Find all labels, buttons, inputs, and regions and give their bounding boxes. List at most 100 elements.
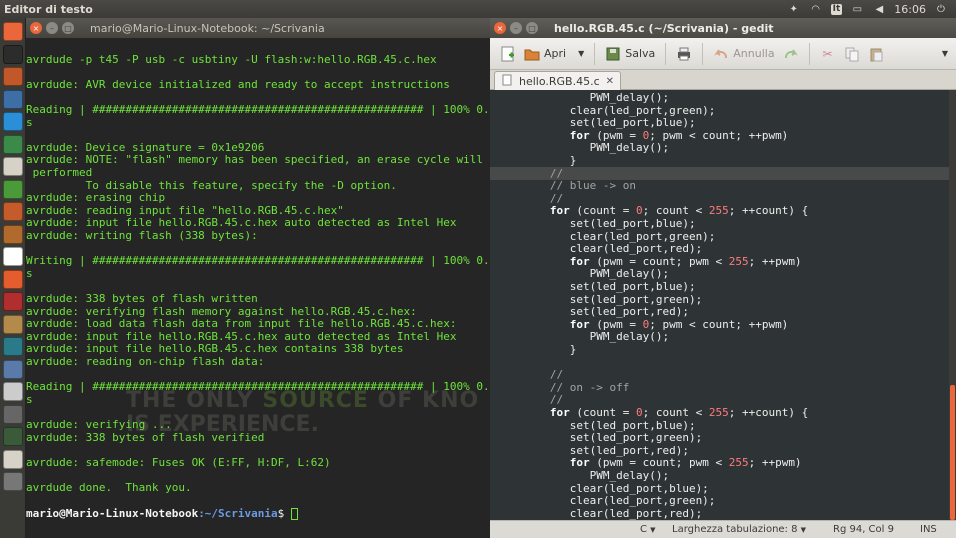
code-line: set(led_port,green); [530, 431, 703, 445]
code-editor[interactable]: PWM_delay(); clear(led_port,green); set(… [490, 90, 949, 520]
language-selector[interactable]: C ▼ [640, 524, 656, 535]
prompt-path: :~/Scrivania [198, 506, 278, 520]
undo-button[interactable]: Annulla [709, 41, 778, 67]
tab-label: hello.RGB.45.c [519, 74, 600, 88]
redo-icon [783, 46, 799, 62]
save-button[interactable]: Salva [601, 41, 659, 67]
copy-icon [844, 46, 860, 62]
skype-icon[interactable] [3, 112, 23, 131]
terminal-prompt[interactable]: mario@Mario-Linux-Notebook:~/Scrivania$ [26, 506, 298, 521]
files-icon[interactable] [3, 67, 23, 86]
cursor-position: Rg 94, Col 9 [833, 524, 894, 535]
arduino-icon[interactable] [3, 337, 23, 356]
terminal-icon[interactable] [3, 44, 23, 64]
close-icon[interactable]: × [494, 22, 506, 34]
terminal-line: avrdude: 338 bytes of flash verified [26, 430, 265, 444]
calc-icon[interactable] [3, 179, 23, 199]
redo-button[interactable] [779, 41, 803, 67]
tab-width-selector[interactable]: Larghezza tabulazione: 8 ▼ [672, 524, 806, 535]
cut-button[interactable]: ✂ [816, 41, 840, 67]
print-button[interactable] [672, 41, 696, 67]
chevron-down-icon: ▼ [800, 526, 807, 534]
toolbar-separator [665, 42, 667, 65]
toolbar-separator [702, 42, 704, 65]
writer-icon[interactable] [3, 134, 23, 154]
terminal-line: avrdude: erasing chip [26, 191, 166, 205]
terminal-window[interactable]: × – □ mario@Mario-Linux-Notebook: ~/Scri… [26, 18, 490, 538]
archive-icon[interactable] [3, 314, 23, 334]
toolbar-overflow-icon[interactable]: ▼ [942, 49, 948, 58]
terminal-line: s [26, 266, 33, 280]
terminal-titlebar[interactable]: × – □ mario@Mario-Linux-Notebook: ~/Scri… [26, 18, 490, 38]
tab-width-label: Larghezza tabulazione: 8 [672, 524, 798, 535]
browser-icon[interactable] [3, 89, 23, 109]
code-line: set(led_port,blue); [530, 217, 696, 230]
active-app-title: Editor di testo [4, 2, 93, 16]
dash-icon[interactable] [3, 22, 23, 41]
code-line: PWM_delay(); [530, 91, 670, 104]
terminal-line: Reading | ##############################… [26, 380, 490, 394]
open-folder-icon [524, 46, 540, 62]
save-label: Salva [625, 47, 656, 60]
maximize-icon[interactable]: □ [526, 22, 538, 34]
inkscape-icon[interactable] [3, 247, 23, 266]
terminal-line: s [26, 115, 33, 129]
chevron-down-icon: ▼ [650, 526, 656, 534]
new-button[interactable] [496, 41, 520, 67]
code-line: for (count = 0; count < 255; ++count) { [549, 406, 809, 419]
minimize-icon[interactable]: – [510, 22, 522, 34]
flash-icon[interactable] [3, 269, 23, 289]
power-icon[interactable]: ⏻ [934, 3, 948, 15]
battery-icon[interactable]: ▭ [850, 3, 864, 15]
dropbox-icon[interactable]: ✦ [787, 3, 801, 15]
prompt-user: mario@Mario-Linux-Notebook [26, 506, 199, 520]
disk-icon[interactable] [3, 382, 23, 401]
close-icon[interactable]: × [30, 22, 42, 34]
copy-button[interactable] [840, 41, 864, 67]
undo-icon [713, 46, 729, 62]
code-line: clear(led_port,red); [530, 506, 703, 520]
code-line: } [530, 343, 577, 356]
language-label: C [640, 524, 647, 535]
paste-button[interactable] [864, 41, 888, 67]
document-icon[interactable] [3, 157, 23, 176]
editor-icon[interactable] [3, 449, 23, 469]
software-icon[interactable] [3, 224, 23, 244]
terminal-line: avrdude -p t45 -P usb -c usbtiny -U flas… [26, 52, 437, 66]
keyboard-layout-indicator[interactable]: It [830, 3, 843, 15]
wifi-icon[interactable]: ◠ [809, 3, 823, 15]
minimize-icon[interactable]: – [46, 22, 58, 34]
chevron-down-icon[interactable]: ▼ [578, 49, 584, 58]
scissors-icon: ✂ [822, 46, 833, 61]
gedit-titlebar[interactable]: × – □ hello.RGB.45.c (~/Scrivania) - ged… [490, 18, 956, 38]
tab-hello-rgb[interactable]: hello.RGB.45.c ✕ [494, 71, 622, 90]
volume-icon[interactable]: ◀ [872, 3, 886, 15]
print-icon [676, 46, 692, 62]
open-button[interactable]: Apri ▼ [520, 41, 588, 67]
toolbar-separator [594, 42, 596, 65]
close-tab-icon[interactable]: ✕ [606, 76, 614, 87]
terminal-title: mario@Mario-Linux-Notebook: ~/Scrivania [90, 21, 325, 35]
paste-icon [868, 46, 884, 62]
settings-icon[interactable] [3, 292, 23, 311]
top-panel: Editor di testo ✦ ◠ It ▭ ◀ 16:06 ⏻ [0, 0, 956, 18]
terminal-output[interactable]: THE ONLY SOURCE OF KNO IS EXPERIENCE. av… [26, 38, 490, 538]
impress-icon[interactable] [3, 202, 23, 221]
terminal-line: avrdude: NOTE: "flash" memory has been s… [26, 153, 490, 167]
app-icon[interactable] [3, 359, 23, 379]
prompt-symbol: $ [277, 506, 291, 520]
file-icon [501, 74, 513, 89]
editor-scrollbar[interactable] [949, 90, 956, 520]
trash-icon[interactable] [3, 472, 23, 491]
maximize-icon[interactable]: □ [62, 22, 74, 34]
clock[interactable]: 16:06 [894, 3, 926, 16]
gedit-title: hello.RGB.45.c (~/Scrivania) - gedit [554, 21, 774, 35]
gedit-window[interactable]: × – □ hello.RGB.45.c (~/Scrivania) - ged… [490, 18, 956, 538]
code-line: PWM_delay(); [530, 469, 670, 482]
launcher [0, 18, 26, 538]
tools-icon[interactable] [3, 404, 23, 424]
clock-icon[interactable] [3, 427, 23, 446]
gedit-statusbar: C ▼ Larghezza tabulazione: 8 ▼ Rg 94, Co… [490, 520, 956, 538]
terminal-cursor [290, 507, 298, 520]
scrollbar-thumb[interactable] [950, 385, 955, 520]
